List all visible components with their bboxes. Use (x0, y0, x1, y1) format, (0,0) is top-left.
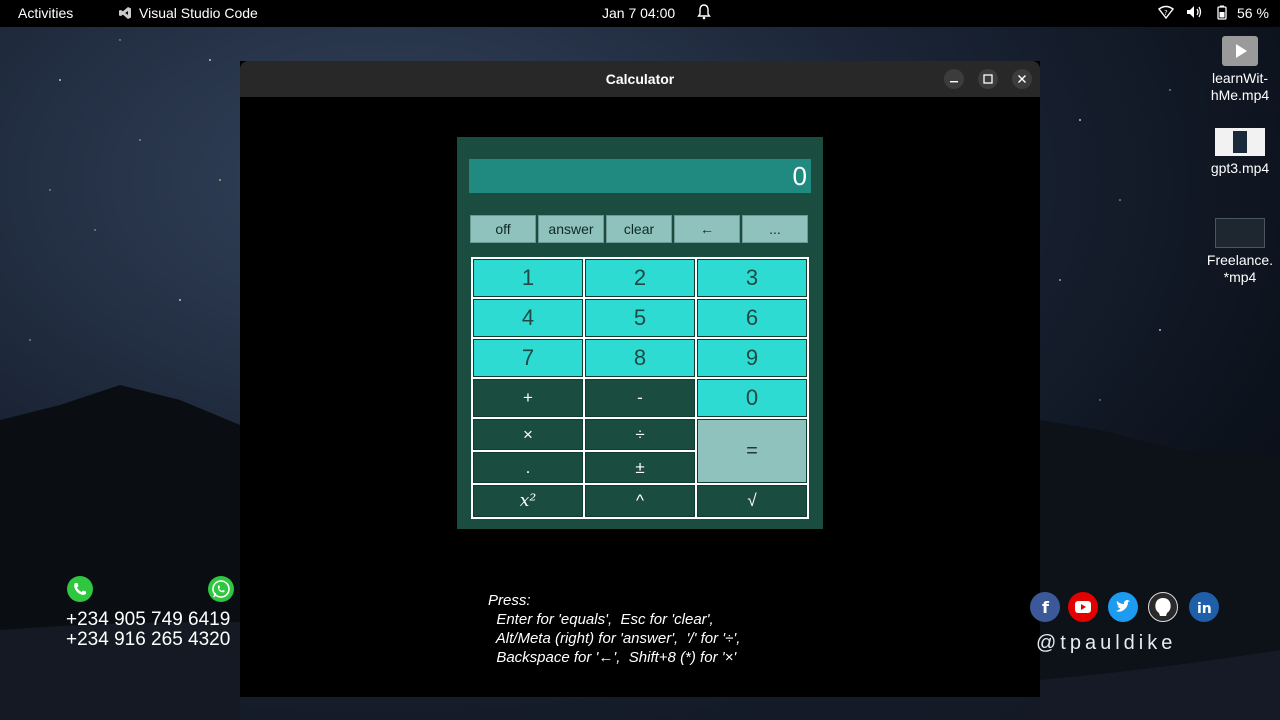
key-6[interactable]: 6 (697, 299, 807, 337)
whatsapp-icon (208, 576, 234, 602)
calculator-panel: 0 off answer clear ← ... 1 2 3 4 5 6 7 8… (457, 137, 823, 529)
github-icon (1148, 592, 1178, 622)
video-play-thumbnail-icon (1222, 36, 1258, 66)
desktop-file-gpt3[interactable]: gpt3.mp4 (1200, 128, 1280, 177)
decimal-key[interactable]: . (473, 452, 583, 483)
backspace-button[interactable]: ← (674, 215, 740, 243)
phone-number: +234 905 749 6419 (66, 609, 231, 630)
phone-numbers: +234 905 749 6419 +234 916 265 4320 (66, 610, 230, 650)
key-4[interactable]: 4 (473, 299, 583, 337)
app-menu[interactable]: Visual Studio Code (139, 5, 258, 21)
video-thumbnail-icon (1215, 218, 1265, 248)
battery-icon[interactable] (1217, 5, 1227, 23)
plus-minus-key[interactable]: ± (585, 452, 695, 483)
phone-number: +234 916 265 4320 (66, 629, 231, 650)
off-button[interactable]: off (470, 215, 536, 243)
power-key[interactable]: ^ (585, 485, 695, 517)
social-handle: @tpauldike (1036, 632, 1177, 654)
help-line: Backspace for '←', Shift+8 (*) for '×' (488, 649, 737, 666)
key-8[interactable]: 8 (585, 339, 695, 377)
close-button[interactable] (1012, 69, 1032, 89)
svg-text:f: f (1042, 598, 1050, 617)
desktop-file-label: Freelance. *mp4 (1206, 252, 1274, 285)
clear-button[interactable]: clear (606, 215, 672, 243)
phone-icon (67, 576, 93, 602)
maximize-button[interactable] (978, 69, 998, 89)
plus-key[interactable]: + (473, 379, 583, 417)
window-title: Calculator (605, 71, 675, 87)
square-key[interactable]: x² (473, 485, 583, 517)
key-3[interactable]: 3 (697, 259, 807, 297)
key-7[interactable]: 7 (473, 339, 583, 377)
key-0[interactable]: 0 (697, 379, 807, 417)
calculator-display: 0 (469, 159, 811, 193)
help-line: Alt/Meta (right) for 'answer', '/' for '… (488, 630, 741, 647)
minus-key[interactable]: - (585, 379, 695, 417)
youtube-icon (1068, 592, 1098, 622)
top-bar: Activities Visual Studio Code Jan 7 04:0… (0, 0, 1280, 27)
equals-key[interactable]: = (697, 419, 807, 483)
desktop-file-label: gpt3.mp4 (1210, 160, 1270, 176)
keypad: 1 2 3 4 5 6 7 8 9 + - 0 × ÷ = . ± x² ^ √ (471, 257, 809, 519)
clock[interactable]: Jan 7 04:00 (602, 5, 675, 21)
minimize-button[interactable] (944, 69, 964, 89)
svg-text:?: ? (1164, 9, 1168, 17)
multiply-key[interactable]: × (473, 419, 583, 450)
sqrt-key[interactable]: √ (697, 485, 807, 517)
key-2[interactable]: 2 (585, 259, 695, 297)
key-9[interactable]: 9 (697, 339, 807, 377)
vscode-icon (118, 6, 132, 23)
bell-icon (697, 4, 711, 23)
desktop-file-learnwithme[interactable]: learnWit- hMe.mp4 (1200, 36, 1280, 104)
facebook-icon: f (1030, 592, 1060, 622)
calculator-window: Calculator 0 off answer clear ← ... 1 2 … (240, 61, 1040, 697)
twitter-icon (1108, 592, 1138, 622)
battery-percentage: 56 % (1237, 5, 1269, 21)
volume-icon[interactable] (1186, 5, 1204, 22)
keyboard-shortcuts-help: Press: Enter for 'equals', Esc for 'clea… (488, 591, 740, 667)
svg-text:in: in (1197, 601, 1212, 617)
key-5[interactable]: 5 (585, 299, 695, 337)
desktop-file-freelance[interactable]: Freelance. *mp4 (1200, 218, 1280, 286)
desktop-file-label: learnWit- hMe.mp4 (1210, 70, 1270, 103)
title-bar[interactable]: Calculator (240, 61, 1040, 97)
answer-button[interactable]: answer (538, 215, 604, 243)
key-1[interactable]: 1 (473, 259, 583, 297)
more-button[interactable]: ... (742, 215, 808, 243)
divide-key[interactable]: ÷ (585, 419, 695, 450)
activities-button[interactable]: Activities (18, 5, 73, 21)
help-line: Press: (488, 592, 531, 609)
wifi-icon[interactable]: ? (1157, 5, 1175, 22)
video-thumbnail-icon (1215, 128, 1265, 156)
linkedin-icon: in (1189, 592, 1219, 622)
help-line: Enter for 'equals', Esc for 'clear', (488, 611, 714, 628)
